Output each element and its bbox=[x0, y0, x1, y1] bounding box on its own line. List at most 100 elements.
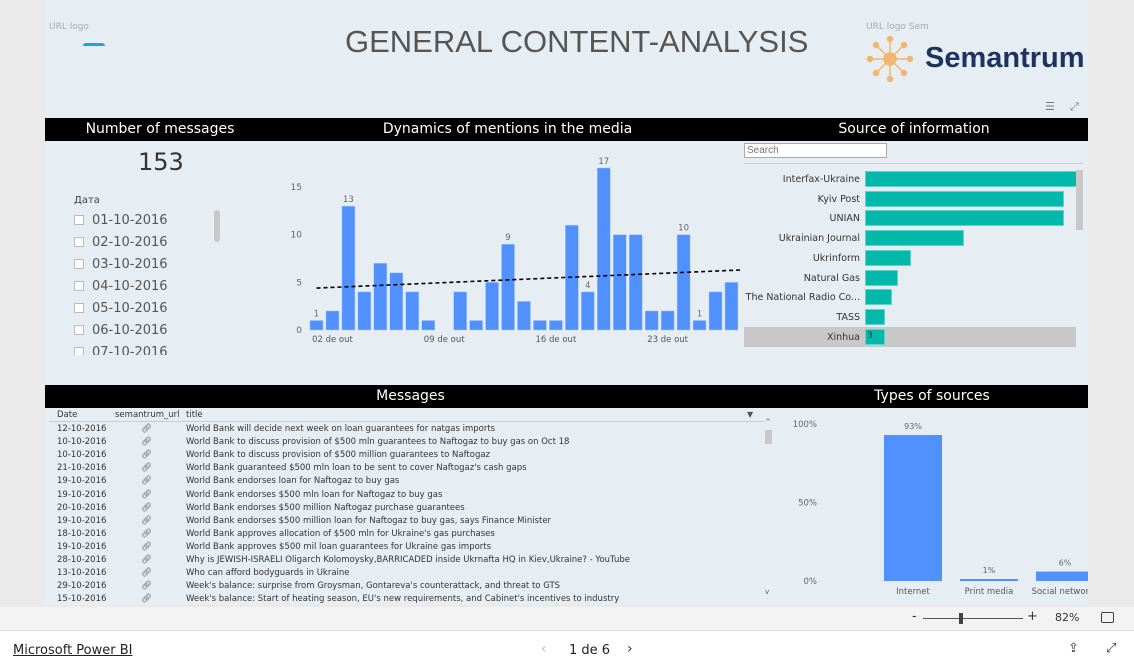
source-row[interactable]: Ukrinform bbox=[744, 248, 1076, 268]
bar[interactable] bbox=[357, 291, 372, 331]
row-title[interactable]: World Bank will decide next week on loan… bbox=[186, 423, 495, 436]
next-page-icon[interactable]: › bbox=[627, 641, 633, 657]
source-bar[interactable] bbox=[865, 190, 1064, 207]
column-header-title[interactable]: title bbox=[186, 409, 203, 422]
bar[interactable] bbox=[628, 234, 643, 331]
table-row[interactable]: 10-10-2016 🔗︎ World Bank to discuss provis… bbox=[49, 449, 764, 462]
table-row[interactable]: 10-10-2016 🔗︎ World Bank to discuss provis… bbox=[49, 436, 764, 449]
bar[interactable] bbox=[309, 320, 324, 331]
sources-scrollbar[interactable] bbox=[1076, 170, 1083, 230]
slicer-scrollbar[interactable] bbox=[214, 210, 220, 242]
link-icon[interactable]: 🔗︎ bbox=[141, 567, 152, 580]
scroll-up-icon[interactable]: ^ bbox=[765, 418, 771, 426]
row-title[interactable]: World Bank endorses $500 million Naftoga… bbox=[186, 502, 465, 515]
date-slicer-item[interactable]: 02-10-2016 bbox=[74, 231, 224, 253]
bar[interactable] bbox=[421, 320, 435, 331]
bar[interactable] bbox=[644, 310, 659, 331]
column-header-date[interactable]: Date bbox=[57, 409, 77, 422]
link-icon[interactable]: 🔗︎ bbox=[141, 489, 152, 502]
row-title[interactable]: World Bank approves $500 mil loan guaran… bbox=[186, 541, 491, 554]
focus-mode-icon[interactable]: ⤢ bbox=[1070, 100, 1079, 114]
table-row[interactable]: 19-10-2016 🔗︎ World Bank endorses $500 mil… bbox=[49, 515, 764, 528]
zoom-slider[interactable] bbox=[923, 618, 1023, 619]
bar[interactable] bbox=[517, 301, 531, 331]
checkbox[interactable] bbox=[74, 347, 84, 355]
table-row[interactable]: 19-10-2016 🔗︎ World Bank approves $500 mil… bbox=[49, 541, 764, 554]
source-bar[interactable] bbox=[865, 171, 1076, 187]
source-row[interactable]: Xinhua 3 bbox=[744, 326, 1076, 347]
bar[interactable] bbox=[501, 243, 515, 331]
checkbox[interactable] bbox=[74, 237, 84, 247]
source-row[interactable]: TASS bbox=[744, 307, 1076, 327]
table-row[interactable]: 19-10-2016 🔗︎ World Bank endorses $500 mln… bbox=[49, 489, 764, 502]
bar[interactable] bbox=[884, 434, 942, 581]
bar[interactable] bbox=[960, 579, 1018, 581]
table-row[interactable]: 28-10-2016 🔗︎ Why is JEWISH-ISRAELI Oligar… bbox=[49, 554, 764, 567]
date-slicer-item[interactable]: 01-10-2016 bbox=[74, 209, 224, 231]
source-row[interactable]: Kyiv Post bbox=[744, 189, 1076, 209]
row-title[interactable]: Why is JEWISH-ISRAELI Oligarch Kolomoysk… bbox=[186, 554, 630, 567]
date-slicer-item[interactable]: 04-10-2016 bbox=[74, 275, 224, 297]
bar[interactable] bbox=[341, 205, 356, 331]
row-title[interactable]: Who can afford bodyguards in Ukraine bbox=[186, 567, 350, 580]
link-icon[interactable]: 🔗︎ bbox=[141, 554, 152, 567]
filter-icon[interactable]: ☰ bbox=[1045, 100, 1055, 113]
bar[interactable] bbox=[469, 320, 483, 331]
date-slicer-item[interactable]: 03-10-2016 bbox=[74, 253, 224, 275]
link-icon[interactable]: 🔗︎ bbox=[141, 462, 152, 475]
table-row[interactable]: 29-10-2016 🔗︎ Week's balance: surprise fro… bbox=[49, 580, 764, 593]
link-icon[interactable]: 🔗︎ bbox=[141, 541, 152, 554]
bar[interactable] bbox=[581, 291, 595, 331]
checkbox[interactable] bbox=[74, 325, 84, 335]
power-bi-link[interactable]: Microsoft Power BI bbox=[13, 643, 132, 658]
bar[interactable] bbox=[549, 320, 563, 331]
row-title[interactable]: World Bank guaranteed $500 mln loan to b… bbox=[186, 462, 527, 475]
bar[interactable] bbox=[724, 282, 739, 331]
date-slicer-item[interactable]: 05-10-2016 bbox=[74, 297, 224, 319]
bar[interactable] bbox=[453, 291, 467, 331]
bar[interactable] bbox=[692, 320, 707, 331]
source-bar[interactable] bbox=[865, 210, 1064, 227]
source-row[interactable]: Ukrainian Journal bbox=[744, 228, 1076, 248]
source-bar[interactable] bbox=[865, 249, 912, 266]
checkbox[interactable] bbox=[74, 303, 84, 313]
fit-to-page-icon[interactable] bbox=[1101, 612, 1114, 623]
link-icon[interactable]: 🔗︎ bbox=[141, 528, 152, 541]
row-title[interactable]: World Bank to discuss provision of $500 … bbox=[186, 449, 490, 462]
bar[interactable] bbox=[373, 263, 388, 331]
row-title[interactable]: World Bank endorses $500 mln loan for Na… bbox=[186, 489, 442, 502]
link-icon[interactable]: 🔗︎ bbox=[141, 515, 152, 528]
source-row[interactable]: UNIAN bbox=[744, 208, 1076, 228]
bar[interactable] bbox=[676, 234, 691, 331]
date-slicer-item[interactable]: 06-10-2016 bbox=[74, 319, 224, 341]
source-row[interactable]: Interfax-Ukraine bbox=[744, 170, 1076, 189]
bar[interactable] bbox=[533, 320, 547, 331]
link-icon[interactable]: 🔗︎ bbox=[141, 580, 152, 593]
source-search-input[interactable] bbox=[744, 143, 887, 158]
zoom-in-button[interactable]: + bbox=[1027, 609, 1038, 624]
link-icon[interactable]: 🔗︎ bbox=[141, 502, 152, 515]
sort-icon[interactable]: ▼ bbox=[747, 410, 753, 419]
link-icon[interactable]: 🔗︎ bbox=[141, 593, 152, 605]
prev-page-icon[interactable]: ‹ bbox=[541, 641, 547, 657]
bar[interactable] bbox=[325, 310, 340, 331]
source-bar[interactable] bbox=[865, 289, 892, 306]
checkbox[interactable] bbox=[74, 259, 84, 269]
bar[interactable] bbox=[405, 291, 420, 331]
bar[interactable] bbox=[485, 282, 499, 331]
link-icon[interactable]: 🔗︎ bbox=[141, 475, 152, 488]
table-row[interactable]: 18-10-2016 🔗︎ World Bank approves allocati… bbox=[49, 528, 764, 541]
table-row[interactable]: 15-10-2016 🔗︎ Week's balance: Start of hea… bbox=[49, 593, 764, 605]
fullscreen-icon[interactable]: ⤢ bbox=[1106, 641, 1116, 656]
column-header-url[interactable]: semantrum_url bbox=[115, 409, 180, 422]
zoom-slider-handle[interactable] bbox=[959, 613, 963, 624]
source-bar[interactable] bbox=[865, 308, 885, 325]
share-icon[interactable]: ⇪ bbox=[1068, 641, 1079, 656]
row-title[interactable]: World Bank endorses loan for Naftogaz to… bbox=[186, 475, 399, 488]
table-scrollbar[interactable] bbox=[765, 430, 772, 444]
row-title[interactable]: World Bank to discuss provision of $500 … bbox=[186, 436, 569, 449]
bar[interactable] bbox=[612, 234, 627, 331]
bar[interactable] bbox=[1036, 571, 1088, 581]
source-bar[interactable] bbox=[865, 269, 899, 286]
source-bar[interactable] bbox=[865, 230, 965, 247]
